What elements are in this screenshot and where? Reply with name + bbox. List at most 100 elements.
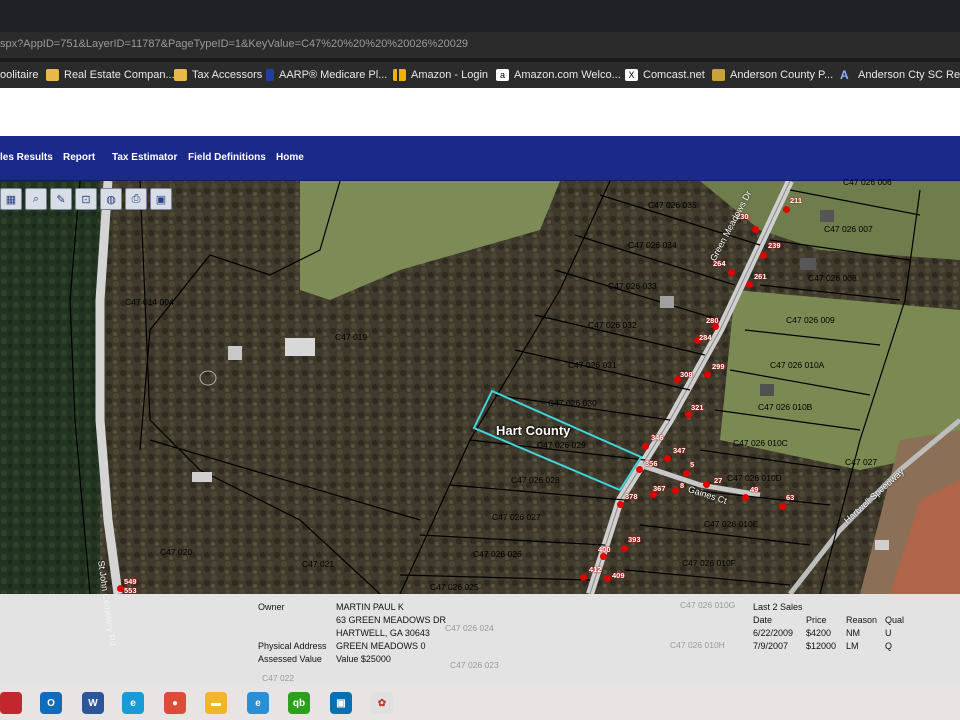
edge-icon[interactable]: e	[122, 692, 144, 714]
address-label: 211	[790, 196, 803, 205]
parcel-label: C47 026 032	[588, 320, 637, 330]
address-label: 8	[680, 481, 685, 490]
bars-icon	[393, 69, 406, 81]
parcel-label: C47 026 031	[568, 360, 617, 370]
county-label: Hart County	[496, 423, 571, 438]
sales-cell: 7/9/2007	[753, 641, 789, 651]
amazon-icon: a	[496, 69, 509, 81]
bookmark-anderson-cty-sc[interactable]: A Anderson Cty SC Re...	[840, 66, 960, 84]
bookmark-amazon-login[interactable]: Amazon - Login	[393, 66, 488, 84]
a-icon: A	[840, 68, 849, 82]
bookmark-comcast[interactable]: X Comcast.net	[625, 66, 705, 84]
address-dot	[704, 371, 711, 378]
address-label: 400	[598, 545, 611, 554]
address-label: 367	[653, 484, 666, 493]
address-dot	[703, 481, 710, 488]
address-dot	[664, 455, 671, 462]
parcel-label-selected-area: C47 019	[335, 332, 368, 342]
ghost-parcel-label: C47 026 023	[450, 660, 499, 670]
address-dot	[636, 466, 643, 473]
bookmark-label: Comcast.net	[643, 69, 705, 81]
address-label: 5	[690, 460, 695, 469]
remote-desktop-icon[interactable]: ▣	[330, 692, 352, 714]
paint-icon[interactable]: ✿	[371, 692, 393, 714]
address-dot	[728, 269, 735, 276]
parcel-label: C47 026 025	[430, 582, 479, 592]
address-dot	[580, 574, 587, 581]
folder-icon	[46, 69, 59, 81]
url-text[interactable]: spx?AppID=751&LayerID=11787&PageTypeID=1…	[0, 38, 468, 50]
nav-sales-results[interactable]: les Results	[0, 152, 53, 163]
nav-field-definitions[interactable]: Field Definitions	[188, 152, 266, 163]
address-label: 299	[712, 362, 725, 371]
address-label: 549	[124, 577, 137, 586]
aerial-map	[0, 181, 960, 594]
address-label: 308	[680, 370, 693, 379]
parcel-label: C47 027	[845, 457, 878, 467]
address-dot	[685, 411, 692, 418]
address-dot	[642, 443, 649, 450]
address-label: 27	[714, 476, 723, 485]
pencil-icon[interactable]: ✎	[50, 188, 72, 210]
windows-taskbar	[0, 684, 960, 720]
owner-label: Owner	[258, 602, 285, 612]
parcel-label: C47 026 027	[492, 512, 541, 522]
parcel-info-panel	[0, 594, 960, 684]
identify-icon[interactable]: ◍	[100, 188, 122, 210]
nav-tax-estimator[interactable]: Tax Estimator	[112, 152, 177, 163]
sales-title: Last 2 Sales	[753, 602, 803, 612]
address-dot	[672, 487, 679, 494]
outlook-icon[interactable]: O	[40, 692, 62, 714]
bookmark-anderson-county[interactable]: Anderson County P...	[712, 66, 833, 84]
bookmark-label: Tax Accessors	[192, 69, 263, 81]
address-dot	[621, 545, 628, 552]
bookmark-label: oolitaire	[0, 69, 39, 81]
address-dot	[783, 206, 790, 213]
address-dot	[752, 226, 759, 233]
parcel-label: C47 014 004	[125, 297, 174, 307]
county-icon	[712, 69, 725, 81]
bookmark-aarp[interactable]: AARP® Medicare Pl...	[266, 66, 387, 84]
sales-cell: LM	[846, 641, 859, 651]
internet-explorer-icon[interactable]: e	[247, 692, 269, 714]
address-dot	[779, 503, 786, 510]
address-label: 409	[612, 571, 625, 580]
owner-address-line2: HARTWELL, GA 30643	[336, 628, 430, 638]
address-label: 49	[750, 485, 759, 494]
bookmark-amazon-welcome[interactable]: a Amazon.com Welco...	[496, 66, 621, 84]
parcel-label: C47 026 030	[548, 398, 597, 408]
parcel-label: C47 026 028	[511, 475, 560, 485]
word-icon[interactable]: W	[82, 692, 104, 714]
address-dot	[683, 470, 690, 477]
sales-header-qual: Qual	[885, 615, 905, 625]
nav-report[interactable]: Report	[63, 152, 95, 163]
page-header	[0, 88, 960, 136]
address-dot	[617, 501, 624, 508]
folder-icon	[174, 69, 187, 81]
pdf-app-icon[interactable]	[0, 692, 22, 714]
parcel-label: C47 020	[160, 547, 193, 557]
ghost-parcel-label: C47 022	[262, 673, 295, 683]
quickbooks-icon[interactable]: qb	[288, 692, 310, 714]
bookmark-tax-accessors[interactable]: Tax Accessors	[174, 66, 262, 84]
sales-cell: NM	[846, 628, 860, 638]
layers-icon[interactable]: ▦	[0, 188, 22, 210]
nav-home[interactable]: Home	[276, 152, 304, 163]
select-icon[interactable]: ⊡	[75, 188, 97, 210]
bookmark-solitaire[interactable]: oolitaire	[0, 66, 39, 84]
map-view[interactable]	[0, 181, 960, 594]
sales-cell: U	[885, 628, 892, 638]
save-icon[interactable]: ▣	[150, 188, 172, 210]
zoom-icon[interactable]: ⌕	[25, 188, 47, 210]
address-dot	[746, 281, 753, 288]
x-icon: X	[625, 69, 638, 81]
file-explorer-icon[interactable]: ▬	[205, 692, 227, 714]
ghost-parcel-label: C47 026 010H	[670, 640, 725, 650]
sales-cell: 6/22/2009	[753, 628, 794, 638]
chrome-icon[interactable]: ●	[164, 692, 186, 714]
bookmark-real-estate[interactable]: Real Estate Compan...	[46, 66, 175, 84]
owner-address-line1: 63 GREEN MEADOWS DR	[336, 615, 447, 625]
bookmark-label: Real Estate Compan...	[64, 69, 175, 81]
browser-tab-strip	[0, 0, 960, 32]
print-icon[interactable]: ⎙	[125, 188, 147, 210]
